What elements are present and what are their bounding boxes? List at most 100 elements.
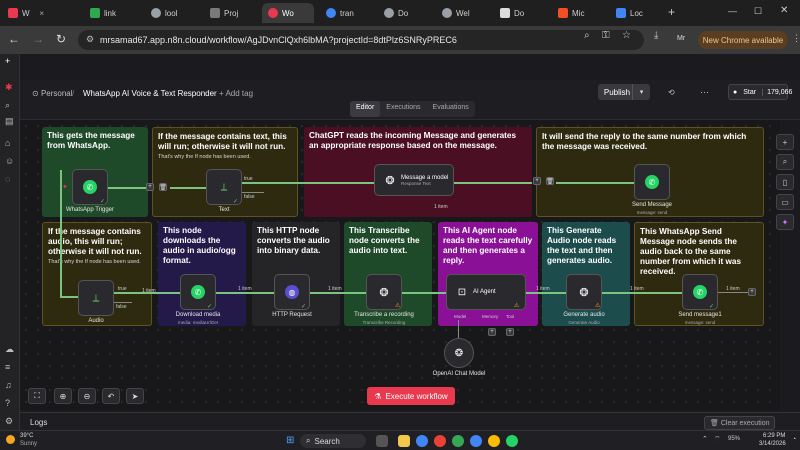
flask-icon: ⚗ (374, 391, 382, 401)
select-tool-button[interactable]: ➤ (126, 388, 144, 404)
node-if-audio[interactable]: ⟂ (78, 280, 114, 316)
wifi-icon[interactable]: ⌔ (714, 435, 721, 444)
tab-executions[interactable]: Executions (380, 101, 426, 117)
ai-assistant-icon[interactable]: ✦ (776, 214, 794, 230)
menu-icon[interactable]: ⋮ (792, 33, 800, 44)
browser-tab[interactable]: lool (145, 3, 193, 23)
minimize-button[interactable]: — (728, 6, 737, 16)
clear-execution-button[interactable]: 🗑 Clear execution (704, 416, 776, 430)
logs-label[interactable]: Logs (30, 418, 47, 427)
canvas-right-toolbar: + ⌕ ▯ ▭ ✦ (774, 134, 796, 230)
delete-connection-button[interactable]: 🗑 (159, 183, 167, 191)
settings-icon[interactable]: ⚙ (5, 416, 13, 427)
site-info-icon[interactable]: ⚙ (86, 34, 94, 45)
n8n-logo-icon[interactable]: ✱ (5, 82, 13, 93)
undo-button[interactable]: ↶ (102, 388, 120, 404)
clock-date[interactable]: 3/14/2026 (759, 441, 786, 447)
tab-evaluations[interactable]: Evaluations (427, 101, 475, 117)
new-tab-button[interactable]: + (668, 5, 675, 19)
chrome-icon[interactable] (488, 435, 500, 447)
add-tool-button[interactable]: + (506, 328, 514, 336)
browser-tab[interactable]: Mic (552, 3, 604, 23)
whatsapp-icon: ✆ (645, 175, 659, 189)
search-icon[interactable]: ⌕ (5, 100, 10, 111)
download-icon[interactable]: ⤓ (654, 30, 658, 41)
close-icon[interactable]: × (39, 9, 44, 18)
breadcrumb-personal[interactable]: ⊙ Personal (32, 89, 73, 98)
templates-icon[interactable]: ▭ (776, 194, 794, 210)
logs-panel-bar[interactable]: Logs 🗑 Clear execution (20, 412, 800, 430)
github-star-button[interactable]: ● Star 179,066 (728, 84, 792, 100)
key-icon[interactable]: ⚿ (602, 30, 610, 41)
profile-avatar[interactable]: Mr (677, 35, 685, 42)
taskbar-search[interactable]: ⌕ Search (300, 434, 366, 448)
add-memory-button[interactable]: + (488, 328, 496, 336)
robot-icon: ⊡ (457, 286, 467, 298)
add-node-button[interactable]: + (533, 177, 541, 185)
tab-editor[interactable]: Editor (350, 101, 381, 117)
add-node-button[interactable]: + (146, 183, 154, 191)
chrome-icon[interactable] (434, 435, 446, 447)
browser-tab[interactable]: Loc (610, 3, 662, 23)
workflow-canvas[interactable]: This gets the message from WhatsApp. If … (20, 120, 780, 410)
windows-start-icon[interactable]: ⊞ (286, 435, 294, 446)
publish-dropdown-icon[interactable]: ▾ (632, 84, 650, 100)
plus-icon[interactable]: + (5, 56, 10, 66)
chrome-icon[interactable] (416, 435, 428, 447)
search-icon[interactable]: ⌕ (776, 154, 794, 170)
add-node-button[interactable]: + (748, 288, 756, 296)
new-chrome-available-button[interactable]: New Chrome available (698, 31, 788, 49)
workflow-title[interactable]: WhatsApp AI Voice & Text Responder (83, 89, 217, 98)
node-openai-chat-model[interactable]: ❂ (444, 338, 474, 368)
database-icon[interactable]: ≡ (5, 362, 10, 372)
fit-view-button[interactable]: ⛶ (28, 388, 46, 404)
user-icon[interactable]: ☺ (5, 156, 14, 166)
maximize-button[interactable]: ☐ (754, 6, 762, 17)
view-tabs: Editor Executions Evaluations (350, 101, 475, 117)
browser-tab[interactable]: Proj (204, 3, 252, 23)
docs-icon[interactable]: ▤ (5, 116, 14, 127)
delete-connection-button[interactable]: 🗑 (546, 177, 554, 185)
back-button[interactable]: ← (8, 32, 20, 46)
url-input[interactable]: ⚙ mrsamad67.app.n8n.cloud/workflow/AgJDv… (78, 30, 644, 50)
notification-icon[interactable]: ◔ (792, 436, 796, 443)
battery-level[interactable]: 95% (728, 436, 740, 442)
file-explorer-icon[interactable] (398, 435, 410, 447)
execute-workflow-button[interactable]: ⚗ Execute workflow (367, 387, 455, 405)
clock-time[interactable]: 6:29 PM (763, 433, 785, 439)
reload-button[interactable]: ↻ (56, 32, 66, 46)
zoom-out-button[interactable]: ⊖ (78, 388, 96, 404)
browser-tab[interactable]: link (84, 3, 132, 23)
tab-favicon-icon (616, 8, 626, 18)
history-icon[interactable]: ⟲ (668, 88, 675, 97)
warning-icon: ⚠ (595, 303, 601, 309)
browser-tab[interactable]: Wel (436, 3, 488, 23)
tab-favicon-icon (8, 8, 18, 18)
more-icon[interactable]: ⋯ (700, 87, 709, 98)
node-send-message[interactable]: ✆ (634, 164, 670, 200)
help-icon[interactable]: ? (5, 398, 10, 408)
chat-icon[interactable]: ◌ (5, 174, 10, 184)
node-message-a-model[interactable]: ❂ Message a model Response Text (374, 164, 454, 196)
whatsapp-icon[interactable] (506, 435, 518, 447)
forward-button[interactable]: → (32, 32, 44, 46)
home-icon[interactable]: ⌂ (5, 138, 10, 148)
browser-tab[interactable]: W × (2, 3, 50, 23)
bookmark-star-icon[interactable]: ☆ (622, 30, 631, 41)
add-tag-button[interactable]: + Add tag (219, 89, 253, 98)
browser-tab[interactable]: Do (378, 3, 430, 23)
cloud-icon[interactable]: ☁ (5, 344, 14, 355)
browser-tab-active[interactable]: Wo (262, 3, 314, 23)
chrome-icon[interactable] (470, 435, 482, 447)
browser-tab[interactable]: tran (320, 3, 372, 23)
tray-chevron-icon[interactable]: ⌃ (702, 435, 708, 443)
browser-tab[interactable]: Do (494, 3, 546, 23)
zoom-icon[interactable]: ⌕ (584, 30, 590, 41)
taskview-icon[interactable] (376, 435, 388, 447)
add-node-button[interactable]: + (776, 134, 794, 150)
chrome-icon[interactable] (452, 435, 464, 447)
sticky-note-icon[interactable]: ▯ (776, 174, 794, 190)
bell-icon[interactable]: ♫ (5, 380, 12, 390)
close-window-button[interactable]: ✕ (780, 5, 788, 16)
zoom-in-button[interactable]: ⊕ (54, 388, 72, 404)
